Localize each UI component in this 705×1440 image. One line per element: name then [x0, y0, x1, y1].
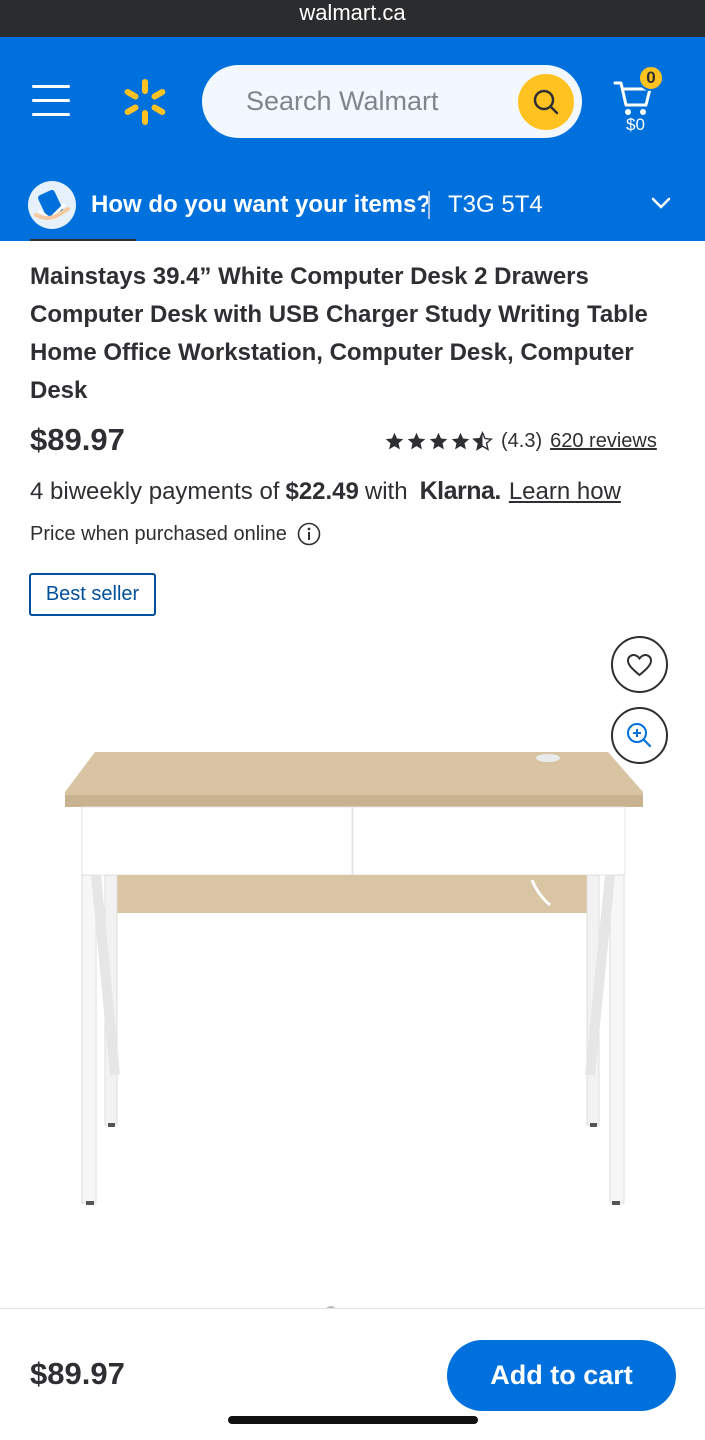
- search-icon: [533, 89, 559, 115]
- cart-count-badge: 0: [638, 65, 664, 91]
- best-seller-badge: Best seller: [29, 573, 156, 616]
- cart-button[interactable]: 0 $0: [612, 65, 672, 137]
- postal-code: T3G 5T4: [448, 191, 543, 218]
- favorite-button[interactable]: [611, 636, 668, 693]
- chevron-down-icon[interactable]: [650, 195, 672, 211]
- brand-link-partial[interactable]: [30, 236, 136, 242]
- product-image[interactable]: [60, 745, 650, 1215]
- delivery-question: How do you want your items?: [91, 191, 432, 218]
- price-note-text: Price when purchased online: [30, 522, 287, 545]
- add-to-cart-button[interactable]: Add to cart: [447, 1340, 676, 1411]
- rating-value: (4.3): [501, 429, 543, 452]
- star-rating: [384, 430, 493, 452]
- browser-url: walmart.ca: [299, 0, 406, 25]
- half-star-icon: [472, 430, 493, 451]
- klarna-payment-info: 4 biweekly payments of $22.49 with Klarn…: [30, 477, 621, 506]
- product-price: $89.97: [30, 422, 125, 457]
- browser-url-bar[interactable]: walmart.ca: [0, 0, 705, 37]
- search-input[interactable]: Search Walmart: [246, 86, 439, 117]
- search-button[interactable]: [518, 74, 574, 130]
- info-icon[interactable]: [297, 522, 321, 546]
- klarna-with: with: [364, 478, 408, 505]
- walmart-spark-icon[interactable]: [120, 77, 170, 127]
- klarna-learn-how-link[interactable]: Learn how: [509, 478, 621, 506]
- product-rating[interactable]: (4.3) 620 reviews: [384, 427, 657, 455]
- delivery-method-icon: [28, 181, 76, 229]
- bottom-price: $89.97: [30, 1356, 125, 1391]
- menu-icon[interactable]: [32, 85, 70, 117]
- reviews-link[interactable]: 620 reviews: [550, 430, 657, 453]
- star-icon: [451, 432, 470, 449]
- star-icon: [385, 432, 404, 449]
- product-title: Mainstays 39.4” White Computer Desk 2 Dr…: [30, 263, 648, 404]
- site-header: Search Walmart 0 $0: [0, 37, 705, 167]
- star-icon: [429, 432, 448, 449]
- klarna-amount: $22.49: [285, 478, 359, 505]
- klarna-logo: Klarna.: [419, 477, 502, 505]
- divider: [428, 191, 430, 219]
- price-note: Price when purchased online: [30, 522, 321, 546]
- heart-icon: [626, 653, 653, 677]
- home-indicator: [228, 1416, 478, 1424]
- search-bar[interactable]: Search Walmart: [202, 65, 582, 138]
- star-icon: [407, 432, 426, 449]
- sticky-add-to-cart-bar: $89.97 Add to cart: [0, 1308, 705, 1440]
- klarna-prefix: 4 biweekly payments of: [30, 478, 280, 505]
- cart-total: $0: [626, 115, 645, 134]
- delivery-selector[interactable]: How do you want your items? T3G 5T4: [0, 167, 705, 241]
